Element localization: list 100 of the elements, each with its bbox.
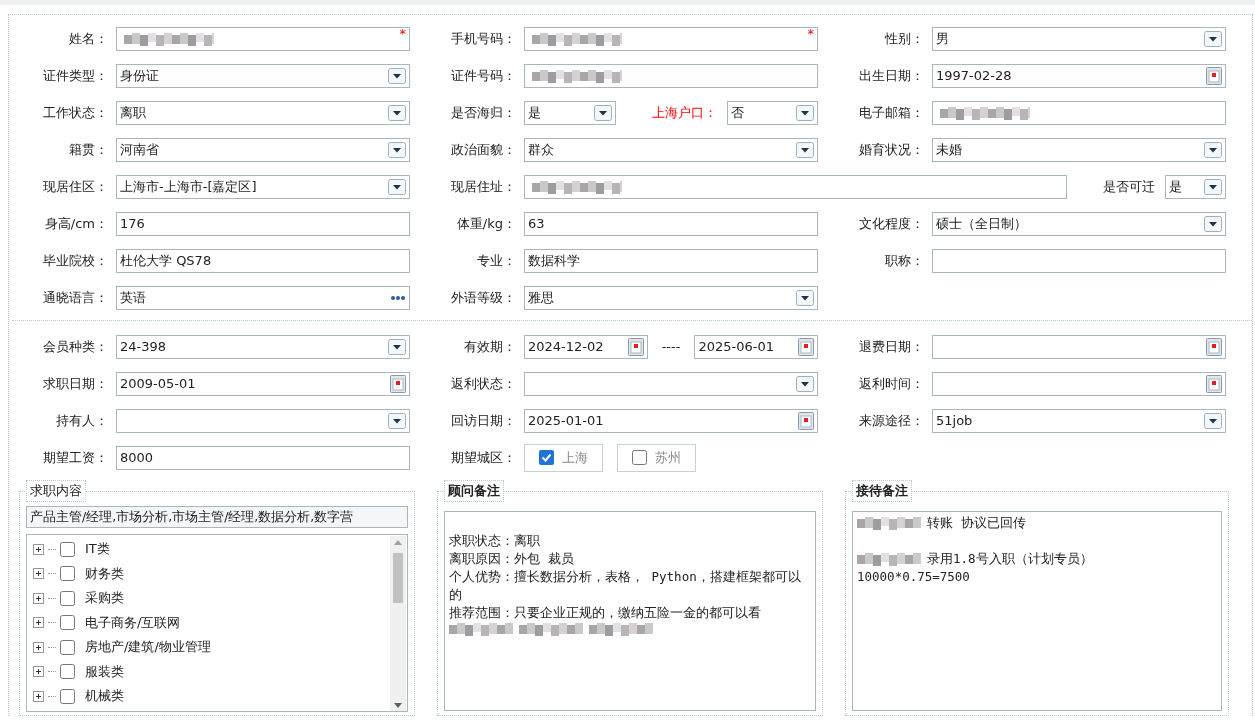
caret-icon[interactable] (1204, 141, 1222, 158)
dropdown-field[interactable]: 未婚 (932, 137, 1226, 162)
checkbox[interactable] (60, 541, 75, 557)
calendar-icon[interactable] (798, 411, 814, 430)
expand-icon[interactable] (33, 666, 44, 678)
dropdown-field[interactable]: 男 (932, 26, 1226, 51)
panel-title: 顾问备注 (444, 480, 504, 502)
checkbox[interactable] (60, 664, 75, 680)
text-field[interactable]: 176 (116, 211, 410, 236)
picker-field[interactable]: 英语 (116, 285, 410, 310)
calendar-icon[interactable] (1206, 337, 1222, 356)
checkbox[interactable] (60, 615, 75, 631)
notes-field[interactable]: 转账 协议已回传 录用1.8号入职（计划专员） 10000*0.75=7500 (852, 511, 1222, 711)
caret-icon[interactable] (1204, 30, 1222, 47)
dropdown-field[interactable] (116, 408, 410, 433)
selection-field[interactable]: 产品主管/经理,市场分析,市场主管/经理,数据分析,数字营 (26, 506, 408, 528)
dropdown-field[interactable]: 离职 (116, 100, 410, 125)
dropdown-field[interactable]: 身份证 (116, 63, 410, 88)
calendar-icon[interactable] (1206, 374, 1222, 393)
field-label: 是否可迁 (1102, 177, 1155, 196)
date-field[interactable] (932, 334, 1226, 359)
date-field[interactable]: 1997-02-28 (932, 63, 1226, 88)
dropdown-field[interactable]: 硕士（全日制） (932, 211, 1226, 236)
expand-icon[interactable] (33, 617, 44, 629)
field-label: 出生日期： (858, 66, 924, 85)
text-field[interactable]: * (524, 26, 818, 51)
note-text: 推荐范围：只要企业正规的，缴纳五险一金的都可以看 (449, 604, 761, 622)
caret-icon[interactable] (388, 338, 406, 355)
caret-icon[interactable] (796, 104, 814, 121)
expand-icon[interactable] (33, 641, 44, 653)
caret-icon[interactable] (388, 104, 406, 121)
date-field[interactable]: 2009-05-01 (116, 371, 410, 396)
blurred-text (519, 622, 583, 636)
text-field[interactable]: 杜伦大学 QS78 (116, 248, 410, 273)
caret-icon[interactable] (388, 178, 406, 195)
caret-icon[interactable] (1204, 178, 1222, 195)
field-label: 上海户口： (651, 103, 717, 122)
caret-icon[interactable] (593, 104, 612, 121)
text-field[interactable]: 63 (524, 211, 818, 236)
dropdown-field[interactable] (524, 371, 818, 396)
text-field[interactable]: 数据科学 (524, 248, 818, 273)
caret-icon[interactable] (796, 141, 814, 158)
field-label: 证件类型： (42, 66, 108, 85)
caret-icon[interactable] (1204, 412, 1222, 429)
checkbox[interactable] (632, 450, 647, 465)
dropdown-field[interactable]: 24-398 (116, 334, 410, 359)
dropdown-field[interactable]: 否 (726, 100, 818, 125)
field-label: 政治面貌： (450, 140, 516, 159)
dropdown-field[interactable]: 51job (932, 408, 1226, 433)
date-field[interactable]: 2025-06-01 (694, 334, 818, 359)
calendar-icon[interactable] (390, 374, 406, 393)
calendar-icon[interactable] (627, 337, 644, 356)
checkbox[interactable] (60, 590, 75, 606)
tree-item[interactable]: 财务类 (85, 564, 124, 583)
dropdown-field[interactable]: 群众 (524, 137, 818, 162)
blurred-text (589, 622, 653, 636)
tree-item[interactable]: 服装类 (85, 662, 124, 681)
dropdown-field[interactable]: 上海市-上海市-[嘉定区] (116, 174, 410, 199)
dropdown-field[interactable]: 雅思 (524, 285, 818, 310)
date-field[interactable]: 2024-12-02 (524, 334, 648, 359)
tree-item[interactable]: 采购类 (85, 589, 124, 608)
text-field[interactable] (524, 63, 818, 88)
text-field[interactable]: * (116, 26, 410, 51)
note-text: 录用1.8号入职（计划专员） (927, 550, 1093, 568)
checkbox[interactable] (60, 688, 75, 704)
date-field[interactable]: 2025-01-01 (524, 408, 818, 433)
checkbox[interactable] (60, 566, 75, 582)
tree-item[interactable]: 电子商务/互联网 (85, 613, 181, 632)
expand-icon[interactable] (33, 592, 44, 604)
calendar-icon[interactable] (1206, 66, 1222, 85)
checkbox[interactable] (60, 639, 75, 655)
expand-icon[interactable] (33, 568, 44, 580)
caret-icon[interactable] (1204, 215, 1222, 232)
more-icon[interactable] (390, 294, 406, 301)
field-label: 通晓语言： (42, 288, 108, 307)
calendar-icon[interactable] (798, 337, 814, 356)
tree-item[interactable]: 房地产/建筑/物业管理 (85, 638, 211, 657)
dropdown-field[interactable]: 是 (1164, 174, 1226, 199)
caret-icon[interactable] (796, 289, 814, 306)
text-field[interactable] (524, 174, 1067, 199)
city-option[interactable]: 上海 (524, 443, 603, 472)
scrollbar[interactable] (390, 536, 406, 711)
expand-icon[interactable] (33, 690, 44, 702)
caret-icon[interactable] (388, 141, 406, 158)
dropdown-field[interactable]: 河南省 (116, 137, 410, 162)
notes-field[interactable]: 求职状态：离职 离职原因：外包 裁员 个人优势：擅长数据分析，表格， Python，搭建框架都可以的 推荐范围：只要企业正规的，缴纳五险一金的都可以看 (444, 511, 816, 711)
dropdown-field[interactable]: 是 (524, 100, 616, 125)
checkbox[interactable] (539, 450, 554, 465)
blurred-text (857, 516, 921, 530)
expand-icon[interactable] (33, 543, 44, 555)
caret-icon[interactable] (796, 375, 814, 392)
text-field[interactable] (932, 100, 1226, 125)
caret-icon[interactable] (388, 67, 406, 84)
date-field[interactable] (932, 371, 1226, 396)
text-field[interactable]: 8000 (116, 445, 410, 470)
city-option[interactable]: 苏州 (617, 443, 696, 472)
caret-icon[interactable] (388, 412, 406, 429)
tree-item[interactable]: 机械类 (85, 687, 124, 706)
tree-item[interactable]: IT类 (85, 540, 110, 559)
text-field[interactable] (932, 248, 1226, 273)
